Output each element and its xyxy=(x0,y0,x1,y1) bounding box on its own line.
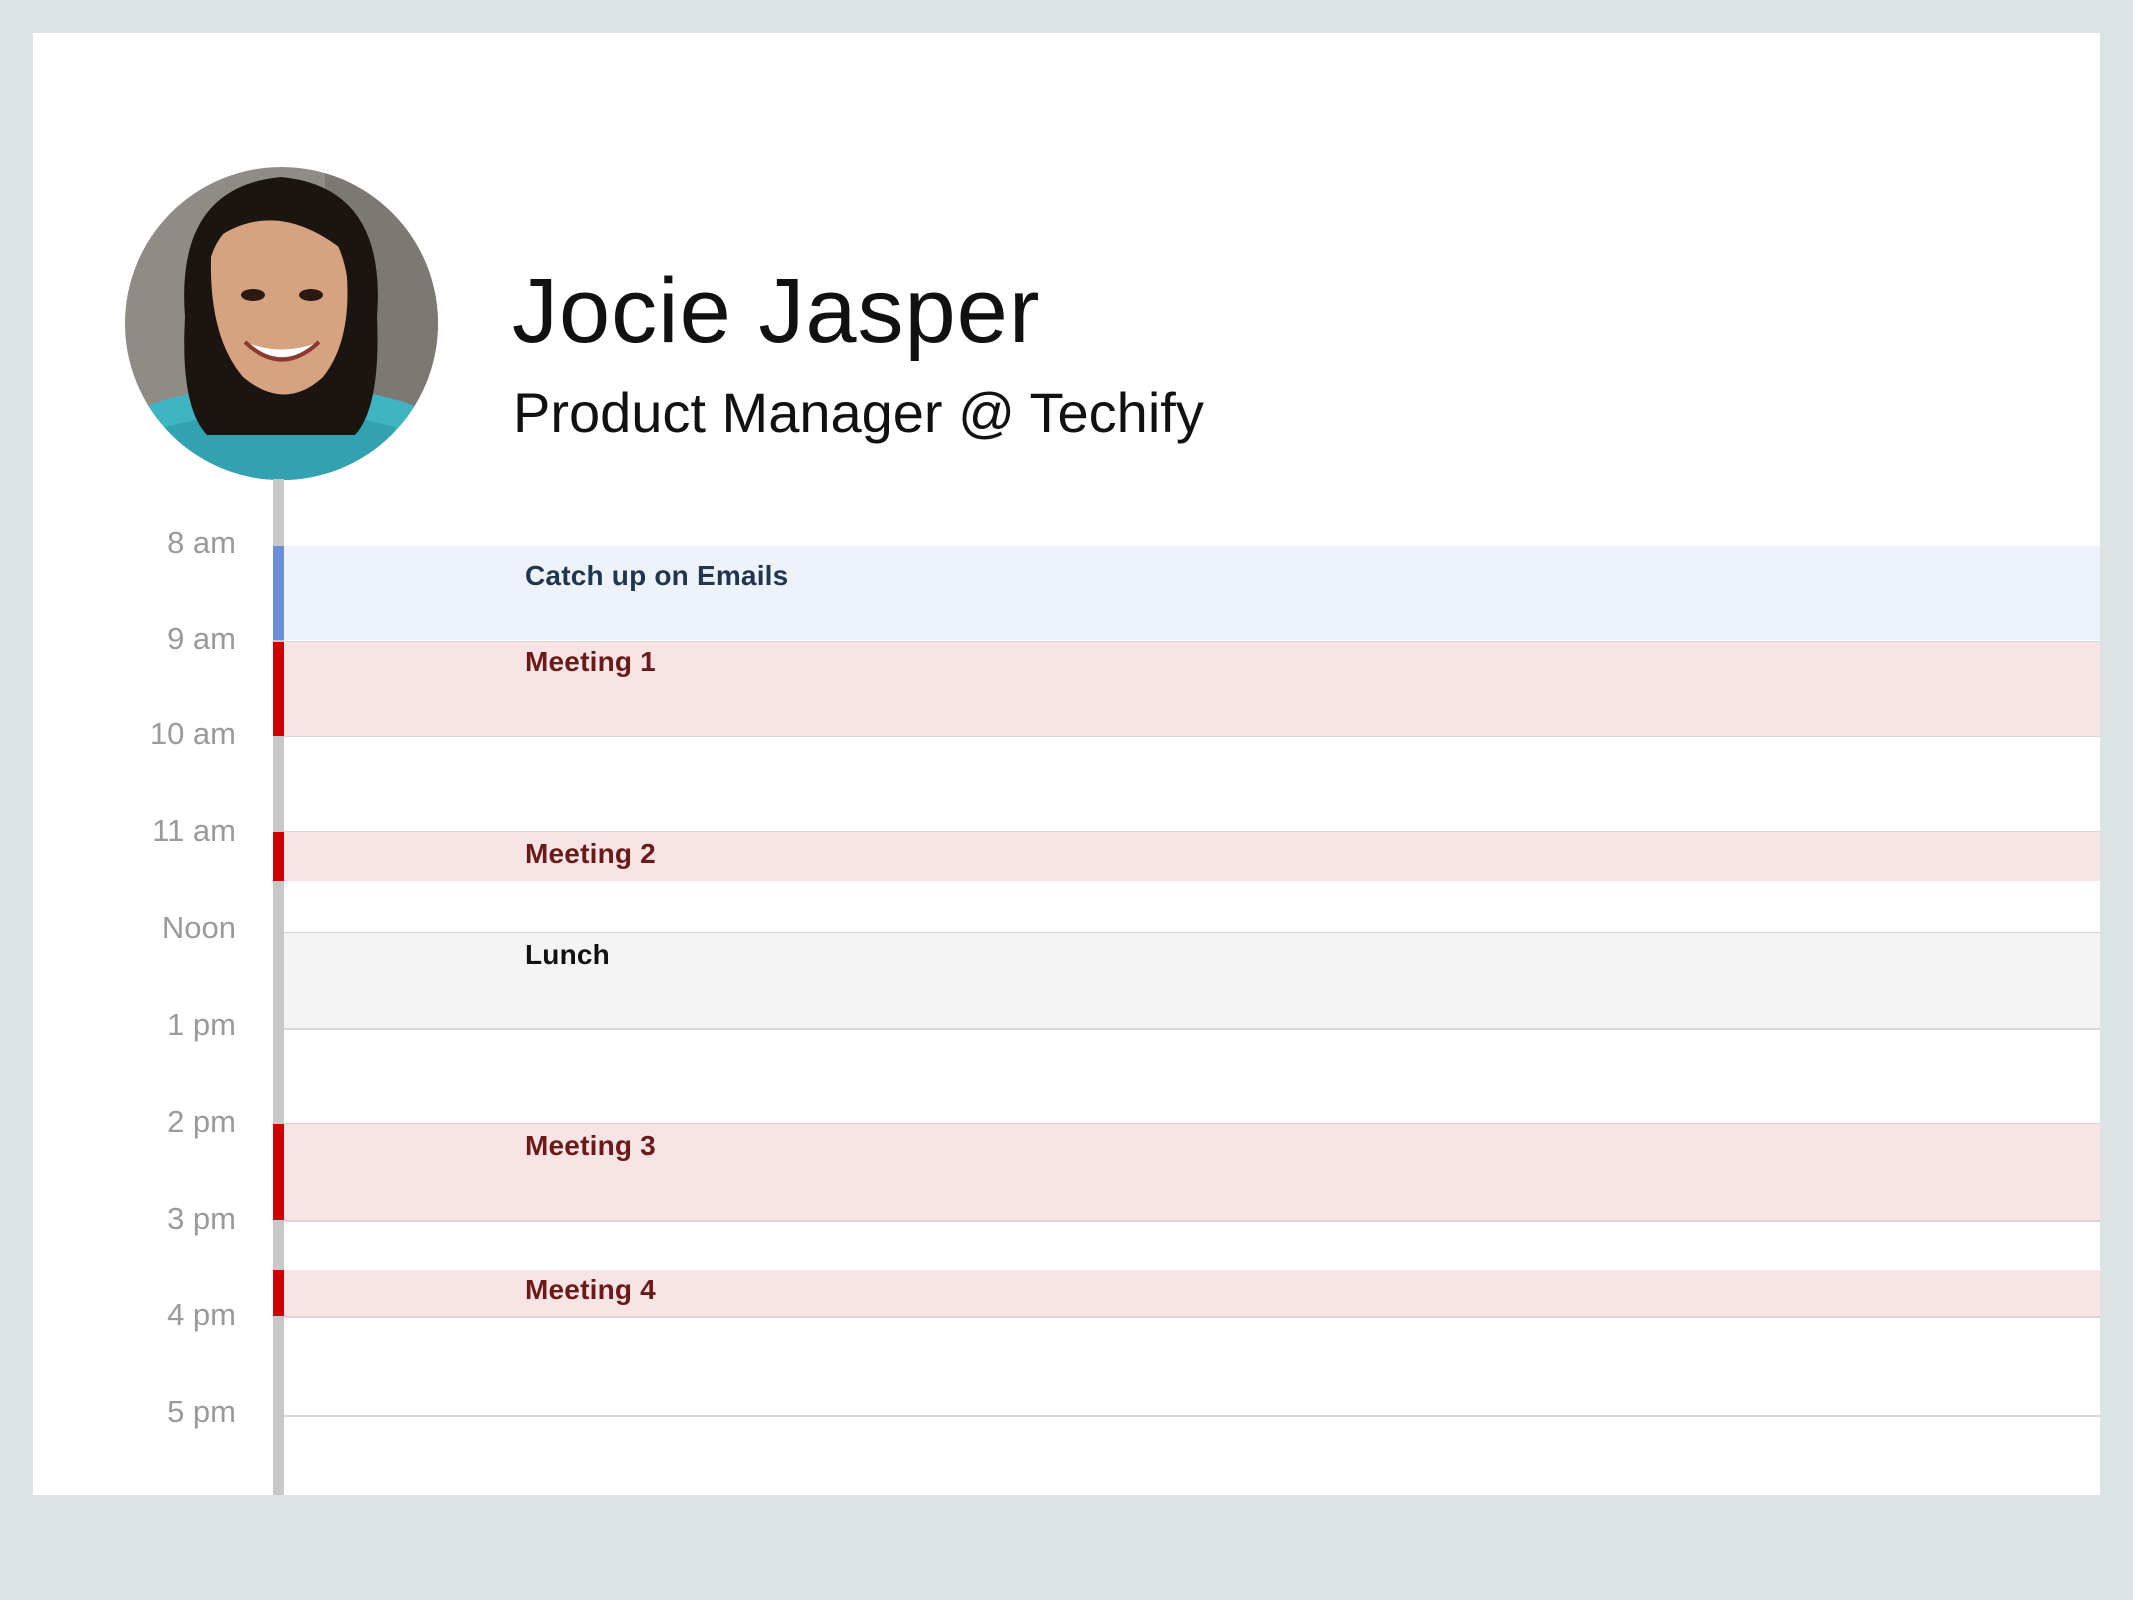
profile-name: Jocie Jasper xyxy=(512,260,1041,362)
hour-label: 2 pm xyxy=(167,1104,236,1139)
event-title: Meeting 3 xyxy=(525,1130,656,1161)
event-catch-up-on-emails[interactable]: Catch up on Emails xyxy=(284,546,2100,640)
event-accent-bar xyxy=(273,642,284,736)
event-lunch[interactable]: Lunch xyxy=(284,933,2100,1028)
hour-label: Noon xyxy=(161,910,236,945)
event-title: Meeting 4 xyxy=(525,1274,656,1305)
hour-label: 3 pm xyxy=(167,1201,236,1236)
hour-gridline xyxy=(284,1415,2100,1417)
event-title: Lunch xyxy=(525,939,610,970)
hour-label: 1 pm xyxy=(167,1007,236,1042)
event-accent-bar xyxy=(273,832,284,881)
hour-gridline xyxy=(284,1220,2100,1222)
event-meeting-1[interactable]: Meeting 1 xyxy=(284,642,2100,736)
profile-photo-icon xyxy=(125,167,438,480)
event-meeting-2[interactable]: Meeting 2 xyxy=(284,832,2100,881)
hour-label: 5 pm xyxy=(167,1394,236,1429)
avatar xyxy=(125,167,438,480)
event-accent-bar xyxy=(273,1124,284,1220)
event-title: Meeting 2 xyxy=(525,838,656,869)
hour-label: 8 am xyxy=(167,525,236,560)
event-title: Meeting 1 xyxy=(525,646,656,677)
hour-label: 9 am xyxy=(167,621,236,656)
hour-gridline xyxy=(284,1316,2100,1318)
event-accent-bar xyxy=(273,546,284,640)
hour-label: 4 pm xyxy=(167,1297,236,1332)
event-title: Catch up on Emails xyxy=(525,560,789,591)
schedule-card: Jocie Jasper Product Manager @ Techify 8… xyxy=(33,33,2100,1495)
event-meeting-4[interactable]: Meeting 4 xyxy=(284,1270,2100,1316)
event-meeting-3[interactable]: Meeting 3 xyxy=(284,1124,2100,1220)
event-accent-bar xyxy=(273,1270,284,1316)
profile-role: Product Manager @ Techify xyxy=(513,381,1204,444)
hour-label: 11 am xyxy=(152,813,236,848)
hour-gridline xyxy=(284,1028,2100,1030)
hour-label: 10 am xyxy=(149,716,236,751)
